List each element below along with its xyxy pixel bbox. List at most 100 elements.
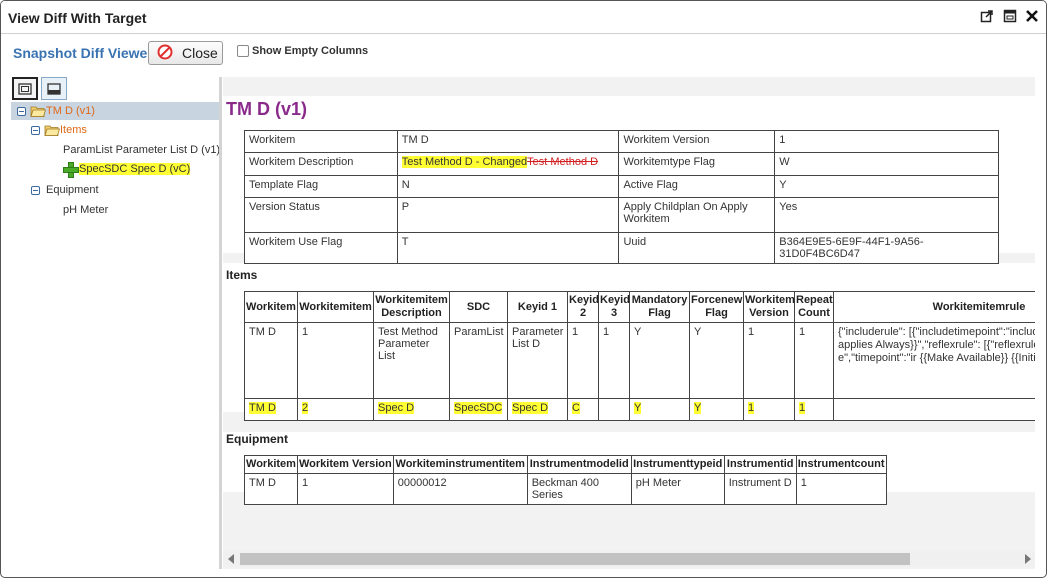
maximize-icon[interactable] [1001, 7, 1019, 25]
detail-value: T [396, 232, 620, 264]
column-header: Workitem [244, 455, 298, 474]
added-value: Y [694, 402, 702, 414]
table-row: TM D 1 00000012 Beckman 400 Series pH Me… [244, 473, 887, 505]
detail-label: Workitemtype Flag [618, 152, 776, 176]
table-cell: TM D [244, 398, 298, 421]
folder-open-icon [30, 106, 46, 117]
table-cell: {"includerule": [{"includetimepoint":"in… [833, 322, 1035, 399]
tree-node-root[interactable]: TM D (v1) [11, 102, 219, 120]
show-empty-columns-label: Show Empty Columns [252, 45, 369, 57]
added-value: TM D [249, 402, 276, 414]
equipment-table: Workitem Workitem Version Workiteminstru… [244, 455, 887, 505]
table-cell: 1 [297, 322, 374, 399]
detail-label: Version Status [244, 197, 398, 233]
table-cell: 1 [794, 398, 834, 421]
table-row: TM D 1 Test Method Parameter List ParamL… [244, 322, 1035, 399]
detail-label: Active Flag [618, 175, 776, 198]
tree-node-items[interactable]: Items [31, 121, 87, 139]
close-button[interactable]: Close [148, 41, 223, 65]
title-bar: View Diff With Target [1, 1, 1046, 34]
table-cell: 1 [297, 473, 394, 505]
detail-value: Yes [774, 197, 999, 233]
tree-node-equipment[interactable]: Equipment [31, 181, 99, 199]
column-header: Workitemitem [297, 291, 374, 323]
added-value: SpecSDC [454, 402, 503, 414]
scroll-right-icon[interactable] [1025, 554, 1031, 564]
items-header-row: Workitem Workitemitem Workitemitem Descr… [244, 291, 1035, 323]
collapse-icon[interactable] [31, 125, 40, 135]
added-value: 1 [748, 402, 755, 414]
horizontal-scrollbar[interactable] [223, 551, 1035, 567]
popout-icon[interactable] [978, 7, 996, 25]
old-value: Test Method D [527, 156, 599, 168]
table-row: TM D 2 Spec D SpecSDC Spec D C Y Y 1 1 [244, 398, 1035, 421]
tree-paramlist-label: ParamList Parameter List D (v1) 1 [63, 144, 230, 156]
column-header: Repeat Count [794, 291, 834, 323]
added-plus-icon [63, 162, 79, 178]
column-header: Keyid 2 [567, 291, 599, 323]
detail-table: Workitem TM D Workitem Version 1 Workite… [244, 130, 999, 264]
tree-node-paramlist[interactable]: ParamList Parameter List D (v1) 1 [63, 141, 229, 159]
column-header: Workitemitemrule [833, 291, 1035, 323]
tree-items-label: Items [60, 124, 87, 136]
close-button-label: Close [182, 45, 218, 61]
table-cell: 1 [794, 322, 834, 399]
toolbar: Snapshot Diff Viewer Close Show Empty Co… [1, 35, 1046, 73]
detail-label: Template Flag [244, 175, 398, 198]
detail-row: Version Status P Apply Childplan On Appl… [244, 197, 999, 233]
detail-label: Workitem Version [618, 130, 776, 153]
added-value: 1 [799, 402, 806, 414]
column-header: Keyid 1 [507, 291, 568, 323]
table-cell: 1 [743, 322, 795, 399]
panel-view-button[interactable] [12, 77, 38, 100]
table-cell: Y [689, 322, 744, 399]
tree-root-label: TM D (v1) [46, 105, 95, 117]
detail-label: Workitem [244, 130, 398, 153]
table-cell [833, 398, 1035, 421]
table-cell: 1 [567, 322, 599, 399]
table-cell: pH Meter [630, 473, 725, 505]
tree-node-ph-meter[interactable]: pH Meter [63, 201, 108, 219]
scrollbar-thumb[interactable] [240, 553, 910, 565]
equipment-header-row: Workitem Workitem Version Workiteminstru… [244, 455, 887, 474]
detail-value: N [396, 175, 620, 198]
tree-node-spec[interactable]: SpecSDC Spec D (vC) [63, 160, 191, 178]
viewer-title: Snapshot Diff Viewer [13, 45, 153, 61]
table-cell: Beckman 400 Series [526, 473, 632, 505]
detail-label: Apply Childplan On Apply Workitem [618, 197, 776, 233]
column-header: Instrumentid [723, 455, 797, 474]
column-header: Workitem Version [297, 455, 394, 474]
table-cell: 00000012 [392, 473, 528, 505]
added-value: Spec D [378, 402, 415, 414]
added-value: Spec D [512, 402, 549, 414]
window-title: View Diff With Target [8, 10, 147, 26]
collapse-icon[interactable] [31, 185, 40, 195]
show-empty-columns-checkbox[interactable] [237, 45, 249, 57]
splitter[interactable] [219, 77, 222, 569]
detail-row: Workitem TM D Workitem Version 1 [244, 130, 999, 153]
dialog-window: View Diff With Target Snapshot Diff View… [0, 0, 1047, 578]
detail-value: Test Method D - ChangedTest Method D [396, 152, 620, 176]
column-header: Workitem Version [743, 291, 795, 323]
scroll-left-icon[interactable] [228, 554, 234, 564]
bottom-view-button[interactable] [41, 77, 67, 100]
table-cell: 1 [743, 398, 795, 421]
detail-value: W [774, 152, 999, 176]
table-cell: Test Method Parameter List [373, 322, 450, 399]
added-value: C [572, 402, 580, 414]
table-cell: Y [629, 398, 690, 421]
table-cell: 1 [795, 473, 887, 505]
column-header: Mandatory Flag [629, 291, 690, 323]
tree-ph-meter-label: pH Meter [63, 204, 109, 216]
column-header: Workitem [244, 291, 298, 323]
close-window-icon[interactable] [1023, 7, 1041, 25]
items-table: Workitem Workitemitem Workitemitem Descr… [244, 291, 1035, 421]
no-entry-icon [157, 44, 173, 63]
column-header: Forcenew Flag [689, 291, 744, 323]
detail-label: Uuid [618, 232, 776, 264]
detail-value: 1 [774, 130, 999, 153]
collapse-icon[interactable] [17, 106, 26, 116]
added-value: 2 [302, 402, 309, 414]
show-empty-columns-toggle[interactable]: Show Empty Columns [237, 45, 368, 57]
detail-row: Workitem Use Flag T Uuid B364E9E5-6E9F-4… [244, 232, 999, 264]
